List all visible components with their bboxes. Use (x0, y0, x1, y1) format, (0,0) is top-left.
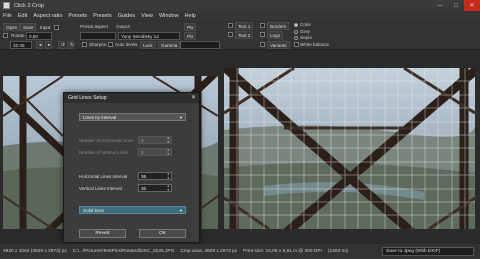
vert-interval-label: Vertical Lines Interval (79, 186, 122, 191)
sepia-label: Sepia (300, 35, 312, 40)
grey-radio[interactable] (294, 30, 298, 34)
arrow-right-icon[interactable]: ▸ (45, 41, 52, 49)
image-dimensions: 4920 x 3264 (4929 x 2973) px (3, 249, 67, 254)
auto-levels-label: Auto levels (115, 42, 138, 47)
minimize-button[interactable]: ─ (432, 0, 448, 11)
preview-photo (224, 68, 475, 229)
rotate-label: Rotate (11, 33, 25, 38)
save-format-select[interactable]: Save to Jpeg (With EXIF) (382, 247, 474, 256)
revert-button[interactable]: Revert (79, 229, 126, 238)
file-path: C:\...\Pictures\TestPics\Rotated\DSC_022… (72, 249, 175, 254)
preset-aspect-field[interactable] (80, 32, 116, 40)
chevron-down-icon: ▼ (179, 115, 183, 120)
text1-button[interactable]: Text 1 (235, 22, 254, 30)
text2-button[interactable]: Text 2 (235, 31, 254, 39)
vert-interval-value: 36 (141, 185, 147, 191)
text2-checkbox[interactable] (228, 32, 233, 37)
borders-checkbox[interactable] (260, 23, 265, 28)
lock-button[interactable]: Lock (140, 41, 156, 49)
px-unit-1[interactable]: Pix (184, 23, 197, 31)
app-icon (3, 2, 10, 9)
toolbar: Open Save Input Rotate 0,60 32:45 ◂ ▸ ↺ … (0, 20, 480, 50)
white-balance-checkbox[interactable] (294, 42, 299, 47)
color-radio[interactable] (294, 23, 298, 27)
grid-mode-select[interactable]: Lines by interval ▼ (79, 113, 186, 121)
logo-checkbox[interactable] (260, 32, 265, 37)
crop-area: Crop area: 4929 x 2973 px (180, 249, 238, 254)
line-style-value: Solid lines (83, 207, 104, 213)
title-bar: Click 2 Crop ─ □ ✕ (0, 0, 480, 11)
sepia-radio[interactable] (294, 36, 298, 40)
grid-mode-value: Lines by interval (83, 114, 117, 120)
spin-arrows-icon[interactable]: ▲ ▼ (167, 172, 170, 180)
maximize-button[interactable]: □ (448, 0, 464, 11)
num-vertical-value: 3 (141, 149, 144, 155)
rotate-field[interactable]: 0,60 (26, 32, 52, 40)
sharpen-checkbox[interactable] (82, 42, 87, 47)
sharpen-label: Sharpen (89, 42, 107, 47)
print-size: Print size: 16,09 x 9,91 in @ 300 DPI (243, 249, 322, 254)
close-button[interactable]: ✕ (464, 0, 480, 11)
menu-window[interactable]: Window (159, 13, 179, 19)
num-vertical-label: Number of Vertical Lines (79, 150, 129, 155)
font-field[interactable]: Yuny Semibsky 13 (118, 32, 180, 40)
horiz-interval-value: 36 (141, 173, 147, 179)
save-button[interactable]: Save (20, 23, 37, 31)
grey-label: Grey (300, 29, 310, 34)
spin-arrows-icon[interactable]: ▲ ▼ (167, 184, 170, 192)
num-horizontal-value: 3 (141, 137, 144, 143)
line-style-select[interactable]: Solid lines ▼ (79, 206, 186, 214)
dialog-title: Grid Lines Setup (64, 93, 199, 103)
disk-usage: (1303 mi) (327, 249, 349, 254)
color-label: Color (300, 22, 311, 27)
rotate-right-icon[interactable]: ↻ (67, 41, 74, 49)
spin-arrows-icon[interactable]: ▲ ▼ (167, 148, 170, 156)
text1-checkbox[interactable] (228, 23, 233, 28)
num-horizontal-field[interactable]: 3 ▲ ▼ (138, 136, 172, 144)
dialog-close-icon[interactable]: ✕ (191, 94, 196, 101)
ratio-field[interactable]: 32:45 (10, 41, 32, 49)
open-button[interactable]: Open (3, 23, 21, 31)
menu-view[interactable]: View (141, 13, 153, 19)
auto-levels-checkbox[interactable] (108, 42, 113, 47)
input-checkbox[interactable] (54, 25, 59, 30)
window-title: Click 2 Crop (14, 2, 44, 9)
grid-lines-dialog: Grid Lines Setup ✕ Lines by interval ▼ N… (63, 92, 200, 243)
num-horizontal-label: Number of Horizontal Lines (79, 138, 134, 143)
crop-preview-pane[interactable] (224, 68, 475, 229)
spin-arrows-icon[interactable]: ▲ ▼ (167, 136, 170, 144)
menu-presets-2[interactable]: Presets (93, 13, 112, 19)
rotate-left-icon[interactable]: ↺ (58, 41, 65, 49)
chevron-down-icon: ▼ (179, 208, 183, 213)
ok-button[interactable]: OK (139, 229, 186, 238)
gamma-slider[interactable] (180, 41, 220, 49)
arrow-left-icon[interactable]: ◂ (36, 41, 43, 49)
menu-edit[interactable]: Edit (18, 13, 27, 19)
menu-aspect-ratio[interactable]: Aspect ratio (33, 13, 62, 19)
variants-checkbox[interactable] (260, 42, 265, 47)
borders-button[interactable]: Borders (267, 22, 290, 30)
white-balance-label: White balance (300, 42, 330, 47)
input-label: Input (40, 24, 51, 30)
horiz-interval-label: Horizontal Lines Interval (79, 174, 128, 179)
horiz-interval-field[interactable]: 36 ▲ ▼ (138, 172, 172, 180)
px-unit-2[interactable]: Pix (184, 32, 197, 40)
gamma-button[interactable]: Gamma (158, 41, 181, 49)
menu-bar: File Edit Aspect ratio Presets Presets G… (0, 11, 480, 20)
menu-help[interactable]: Help (185, 13, 196, 19)
pixel-aspect-label: Preset aspect (80, 24, 109, 29)
variants-button[interactable]: Variants (267, 41, 290, 49)
menu-presets[interactable]: Presets (68, 13, 87, 19)
logo-button[interactable]: Logo (267, 31, 284, 39)
output-label: Output (116, 24, 130, 29)
num-vertical-field[interactable]: 3 ▲ ▼ (138, 148, 172, 156)
rotate-checkbox[interactable] (3, 33, 8, 38)
menu-file[interactable]: File (3, 13, 12, 19)
save-format-value: Save to Jpeg (With EXIF) (386, 249, 441, 254)
pane-divider[interactable] (220, 52, 223, 237)
menu-guides[interactable]: Guides (118, 13, 135, 19)
vert-interval-field[interactable]: 36 ▲ ▼ (138, 184, 172, 192)
